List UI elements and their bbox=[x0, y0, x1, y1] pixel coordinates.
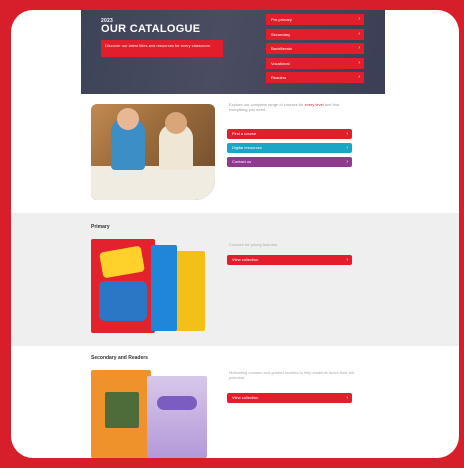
chevron-right-icon: › bbox=[346, 145, 348, 151]
menu-item-label: Vocational bbox=[271, 60, 290, 66]
chevron-right-icon: › bbox=[358, 16, 360, 22]
find-course-button[interactable]: Find a course › bbox=[227, 129, 352, 139]
chevron-right-icon: › bbox=[346, 159, 348, 165]
menu-item-label: Bachillerato bbox=[271, 46, 292, 51]
students-photo bbox=[91, 104, 215, 200]
hero-menu: Pre-primary › Secondary › Bachillerato ›… bbox=[266, 14, 364, 87]
secondary-text: Motivating courses and graded readers to… bbox=[229, 370, 354, 380]
catalogue-hero: 2023 OUR CATALOGUE Discover our latest t… bbox=[81, 10, 385, 94]
book-logo bbox=[157, 396, 197, 410]
book-photo bbox=[105, 392, 139, 428]
chevron-right-icon: › bbox=[346, 257, 348, 263]
photo-table bbox=[91, 166, 215, 200]
menu-item-label: Readers bbox=[271, 75, 287, 80]
book-illustration bbox=[99, 281, 147, 321]
chevron-right-icon: › bbox=[358, 59, 360, 66]
menu-item-pre-primary[interactable]: Pre-primary › bbox=[266, 14, 364, 25]
menu-item-readers[interactable]: Readers › bbox=[266, 72, 364, 83]
primary-text: Courses for young learners bbox=[229, 242, 278, 247]
contact-button[interactable]: Contact us › bbox=[227, 157, 352, 167]
menu-item-vocational[interactable]: Vocational › bbox=[266, 57, 364, 69]
button-label: Find a course bbox=[232, 131, 257, 136]
chevron-right-icon: › bbox=[346, 395, 348, 401]
reader-book-cover[interactable] bbox=[147, 376, 207, 458]
hero-title: OUR CATALOGUE bbox=[101, 23, 201, 35]
book-logo bbox=[99, 245, 145, 279]
secondary-book-cover[interactable] bbox=[91, 370, 151, 458]
intro-text-highlight[interactable]: every level bbox=[305, 102, 324, 107]
chevron-right-icon: › bbox=[358, 30, 360, 37]
intro-text: Explore our complete range of courses fo… bbox=[229, 102, 355, 112]
menu-item-bachillerato[interactable]: Bachillerato › bbox=[266, 43, 364, 54]
primary-book-cover[interactable] bbox=[175, 251, 205, 331]
menu-item-secondary[interactable]: Secondary › bbox=[266, 28, 364, 40]
hero-banner[interactable]: Discover our latest titles and resources… bbox=[101, 40, 223, 57]
menu-item-label: Secondary bbox=[271, 31, 291, 37]
primary-section: Primary Courses for young learners View … bbox=[11, 213, 459, 346]
primary-book-cover[interactable] bbox=[91, 239, 155, 333]
page-frame: 2023 OUR CATALOGUE Discover our latest t… bbox=[11, 10, 459, 458]
button-label: View collection bbox=[232, 395, 259, 400]
chevron-right-icon: › bbox=[358, 45, 360, 51]
primary-book-cover[interactable] bbox=[151, 245, 177, 331]
button-label: Digital resources bbox=[232, 145, 262, 150]
photo-student-head bbox=[165, 112, 187, 134]
photo-student-head bbox=[117, 108, 139, 130]
button-label: Contact us bbox=[232, 159, 252, 164]
chevron-right-icon: › bbox=[346, 131, 348, 137]
primary-title: Primary bbox=[91, 224, 110, 230]
menu-item-label: Pre-primary bbox=[271, 17, 292, 22]
primary-view-button[interactable]: View collection › bbox=[227, 255, 352, 265]
secondary-title: Secondary and Readers bbox=[91, 355, 148, 361]
button-label: View collection bbox=[232, 257, 259, 262]
chevron-right-icon: › bbox=[358, 74, 360, 80]
secondary-view-button[interactable]: View collection › bbox=[227, 393, 352, 403]
digital-resources-button[interactable]: Digital resources › bbox=[227, 143, 352, 153]
